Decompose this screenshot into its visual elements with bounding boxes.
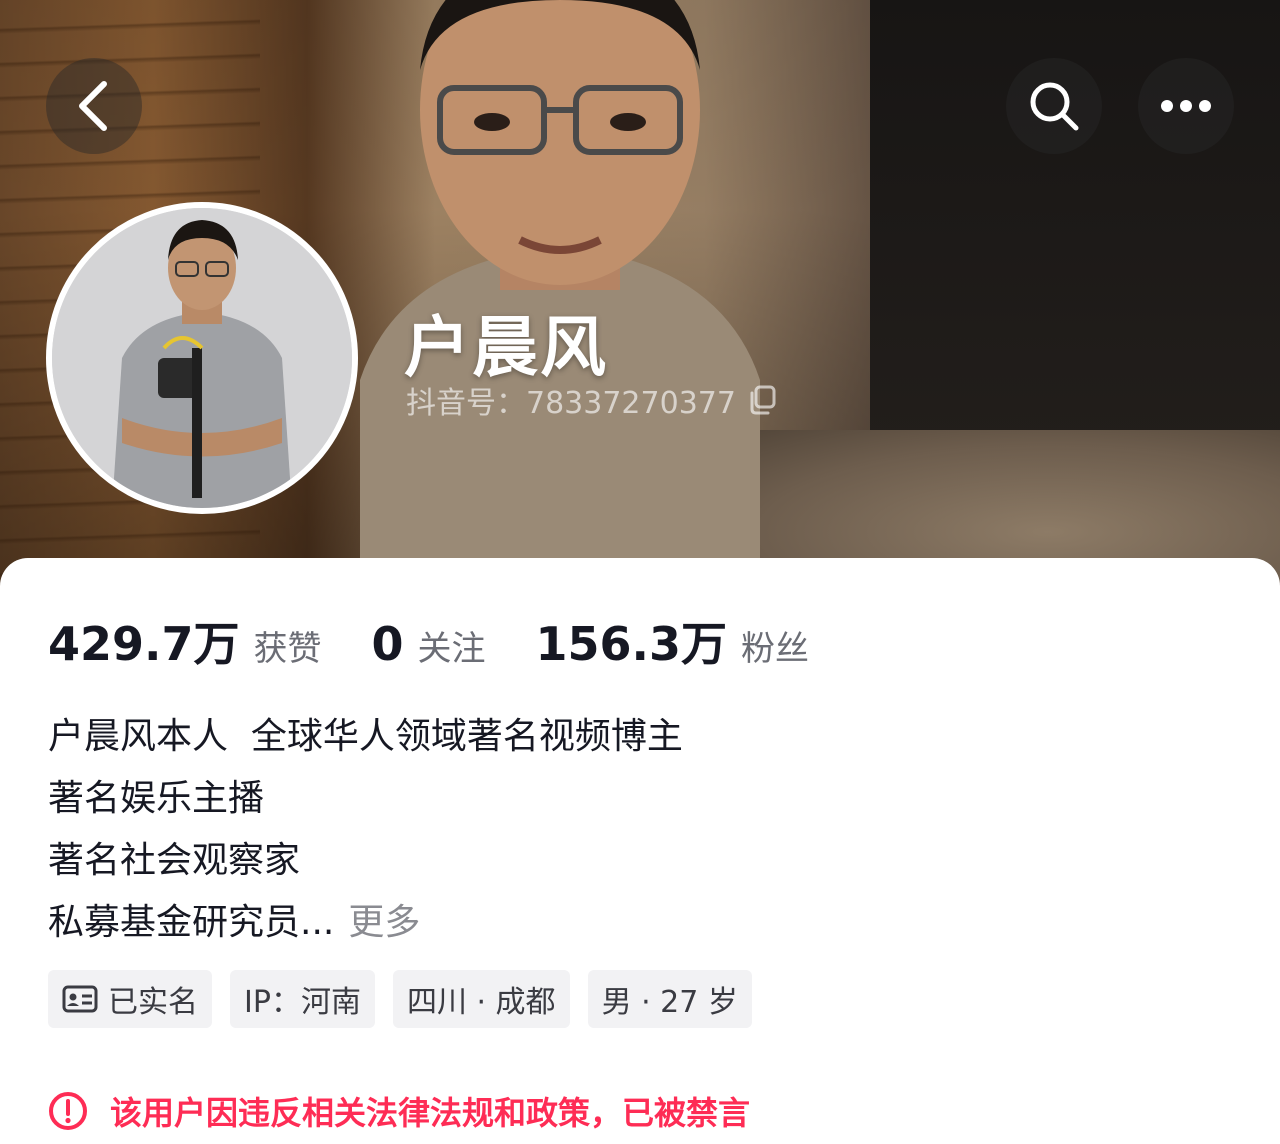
tags-row: 已实名 IP：河南 四川 · 成都 男 · 27 岁 [48,970,752,1028]
avatar-photo [52,208,352,508]
tag-verified[interactable]: 已实名 [48,970,212,1028]
ban-notice-text: 该用户因违反相关法律法规和政策，已被禁言 [110,1094,751,1132]
stat-following-value: 0 [371,617,404,671]
bio-line: 著名社会观察家 [48,840,301,881]
back-button[interactable] [46,58,142,154]
stat-likes-label: 获赞 [253,629,322,669]
search-button[interactable] [1006,58,1102,154]
stat-followers-label: 粉丝 [741,629,810,669]
tag-gender-age[interactable]: 男 · 27 岁 [587,970,752,1028]
bio-line: 著名娱乐主播 [48,778,265,819]
bio-more-link[interactable]: 更多 [348,902,420,943]
ban-notice: 该用户因违反相关法律法规和政策，已被禁言 [48,1088,750,1134]
tag-location-label: 四川 · 成都 [406,985,556,1020]
stat-followers[interactable]: 156.3万 粉丝 [536,608,810,674]
douyin-id-value: 78337270377 [526,386,736,421]
tag-gender-age-label: 男 · 27 岁 [601,985,738,1020]
profile-card: 429.7万 获赞 0 关注 156.3万 粉丝 户晨风本人 全球华人领域著名视… [0,558,1280,1144]
avatar[interactable] [46,202,358,514]
stat-following[interactable]: 0 关注 [372,617,486,671]
stat-following-label: 关注 [417,629,486,669]
tag-verified-label: 已实名 [108,985,198,1020]
stat-likes-value: 429.7万 [48,617,240,671]
tag-location[interactable]: 四川 · 成都 [392,970,570,1028]
bio-line-last: 私募基金研究员... 更多 [48,892,683,954]
stats-row: 429.7万 获赞 0 关注 156.3万 粉丝 [48,608,859,674]
douyin-id-label: 抖音号： [406,386,526,421]
tag-ip-label: IP：河南 [244,985,361,1020]
tag-ip[interactable]: IP：河南 [230,970,375,1028]
search-icon [1030,82,1079,131]
profile-nickname: 户晨风 [404,309,608,386]
stat-likes[interactable]: 429.7万 获赞 [48,608,322,674]
bio: 户晨风本人 全球华人领域著名视频博主 著名娱乐主播 著名社会观察家 私募基金研究… [48,706,683,954]
profile-screen: 户晨风 抖音号：78337270377 429.7万 获赞 0 关注 156.3… [0,0,1280,1144]
more-horizontal-icon [1161,100,1211,112]
copy-icon[interactable] [748,385,776,415]
chevron-left-icon [79,81,107,131]
more-button[interactable] [1138,58,1234,154]
douyin-id-row: 抖音号：78337270377 [406,378,776,422]
id-card-icon [62,985,98,1013]
alert-circle-icon [49,1092,87,1130]
stat-followers-value: 156.3万 [535,617,728,671]
bio-line: 户晨风本人 全球华人领域著名视频博主 [48,716,683,757]
bio-line: 私募基金研究员... [48,902,335,943]
